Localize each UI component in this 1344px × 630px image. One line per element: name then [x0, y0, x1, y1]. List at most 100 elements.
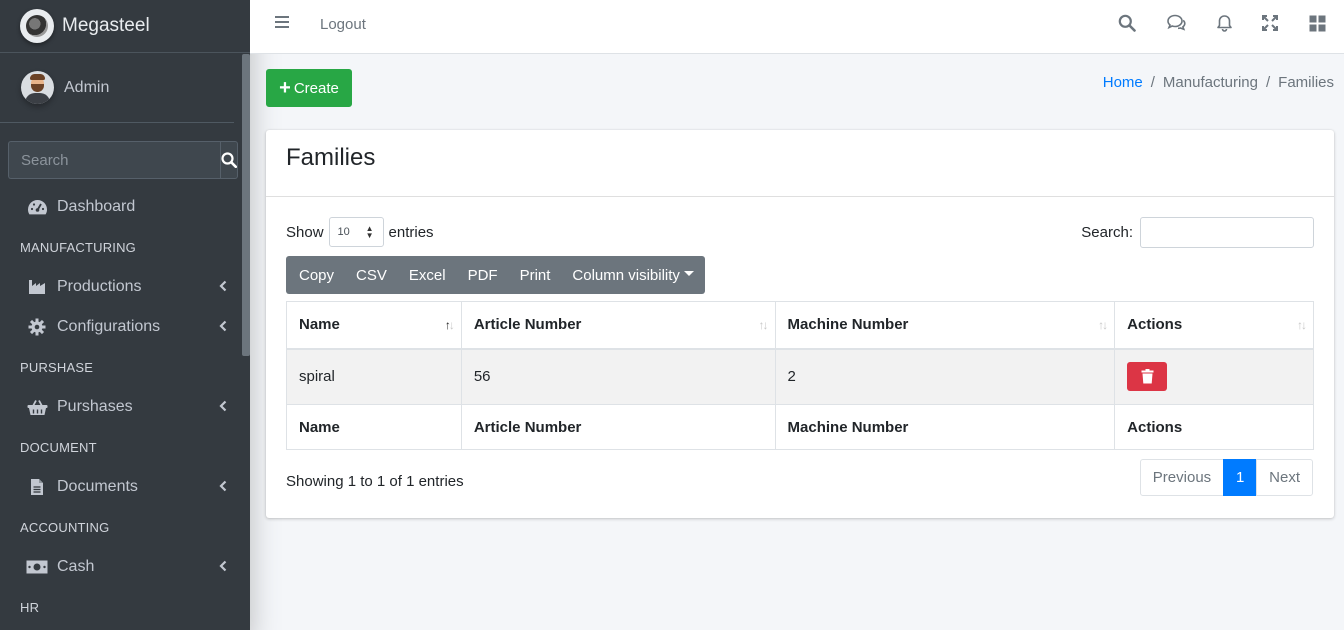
sidebar-item-label: Dashboard [57, 198, 136, 215]
breadcrumb-separator: / [1265, 74, 1271, 91]
breadcrumb-section: Manufacturing [1162, 74, 1258, 91]
sidebar-item-label: Productions [57, 278, 142, 295]
pagination-page-1[interactable]: 1 [1223, 459, 1258, 496]
sort-icon: ↑↓ [1098, 318, 1108, 332]
table-search-label: Search: [1081, 224, 1133, 241]
chevron-left-icon [219, 480, 227, 492]
card-header: Families [266, 130, 1334, 197]
sort-arrows-icon: ▲ ▼ [365, 224, 374, 240]
sidebar-nav: Dashboard MANUFACTURING Productions Conf… [0, 187, 250, 627]
column-header-actions[interactable]: Actions ↑↓ [1114, 301, 1314, 350]
hamburger-menu-icon[interactable] [274, 15, 290, 29]
csv-button[interactable]: CSV [345, 256, 398, 294]
table-header-row: Name ↑↓ Article Number ↑↓ Machine Number ↑↓… [286, 301, 1314, 350]
families-card: Families Show 10 ▲ ▼ entries Search: Copy… [266, 130, 1334, 518]
show-entries: Show 10 ▲ ▼ entries [286, 217, 434, 247]
sidebar-search-button[interactable] [220, 141, 238, 179]
column-header-article-number[interactable]: Article Number ↑↓ [460, 301, 776, 350]
sidebar-item-configurations[interactable]: Configurations [0, 307, 242, 347]
footer-machine-number: Machine Number [774, 404, 1116, 450]
table-row: spiral 56 2 [286, 348, 1314, 405]
create-button[interactable]: + Create [266, 69, 352, 107]
sidebar-item-documents[interactable]: Documents [0, 467, 242, 507]
nav-header-hr: HR [20, 599, 40, 615]
page-length-select[interactable]: 10 ▲ ▼ [328, 217, 384, 247]
pdf-button[interactable]: PDF [457, 256, 509, 294]
chevron-left-icon [219, 560, 227, 572]
pagination-next[interactable]: Next [1256, 459, 1313, 496]
logout-link[interactable]: Logout [320, 16, 366, 33]
file-icon [26, 478, 48, 496]
print-button[interactable]: Print [509, 256, 562, 294]
pagination-previous[interactable]: Previous [1139, 459, 1225, 496]
chevron-left-icon [219, 280, 227, 292]
nav-header-document: DOCUMENT [20, 439, 97, 455]
sidebar-item-purshases[interactable]: Purshases [0, 387, 242, 427]
sidebar-item-label: Purshases [57, 398, 133, 415]
grid-icon[interactable] [1306, 12, 1328, 34]
sort-icon: ↑↓ [758, 318, 769, 332]
sidebar-scrollbar[interactable] [242, 54, 250, 356]
breadcrumb-current: Families [1278, 74, 1334, 91]
sidebar-item-dashboard[interactable]: Dashboard [0, 187, 242, 227]
pagination: Previous 1 Next [1139, 459, 1313, 496]
copy-button[interactable]: Copy [286, 256, 345, 294]
chevron-left-icon [219, 400, 227, 412]
footer-name: Name [286, 404, 462, 450]
search-icon [221, 152, 237, 168]
page-title: Families [286, 144, 376, 171]
top-navbar: Logout [250, 0, 1344, 54]
nav-header-accounting: ACCOUNTING [20, 519, 110, 535]
sort-icon: ↑↓ [1297, 318, 1307, 332]
page-length-value: 10 [337, 226, 350, 238]
breadcrumb: Home / Manufacturing / Families [1103, 74, 1334, 91]
comments-icon[interactable] [1165, 12, 1187, 34]
delete-button[interactable] [1127, 362, 1168, 392]
sidebar-search-input[interactable] [8, 141, 220, 179]
caret-down-icon [683, 270, 694, 276]
table-info: Showing 1 to 1 of 1 entries [286, 473, 464, 490]
industry-icon [26, 278, 48, 296]
expand-icon[interactable] [1259, 12, 1281, 34]
chevron-left-icon [219, 320, 227, 332]
dashboard-gauge-icon [26, 198, 48, 216]
footer-article-number: Article Number [460, 404, 776, 450]
export-buttons: Copy CSV Excel PDF Print Column visibili… [286, 256, 705, 294]
user-name-link[interactable]: Admin [64, 79, 109, 97]
money-bill-icon [26, 558, 48, 576]
basket-icon [26, 398, 48, 416]
footer-actions: Actions [1114, 404, 1314, 450]
breadcrumb-home-link[interactable]: Home [1103, 74, 1143, 91]
column-header-machine-number[interactable]: Machine Number ↑↓ [774, 301, 1116, 350]
column-visibility-label: Column visibility [572, 266, 680, 284]
nav-header-manufacturing: MANUFACTURING [20, 239, 136, 255]
breadcrumb-separator: / [1150, 74, 1155, 91]
sidebar-item-productions[interactable]: Productions [0, 267, 242, 307]
families-table: Name ↑↓ Article Number ↑↓ Machine Number ↑↓… [286, 301, 1314, 450]
cell-article-number: 56 [460, 348, 776, 405]
brand-logo [20, 9, 54, 43]
main-sidebar: Megasteel Admin Dashboard MANUFACTURING … [0, 0, 250, 630]
sidebar-item-label: Configurations [57, 318, 161, 335]
create-button-label: Create [293, 79, 339, 97]
gear-icon [26, 318, 48, 336]
table-search: Search: [1081, 217, 1314, 248]
search-icon[interactable] [1116, 12, 1138, 34]
column-visibility-button[interactable]: Column visibility [561, 256, 705, 294]
brand-link[interactable]: Megasteel [0, 0, 250, 53]
table-search-input[interactable] [1140, 217, 1314, 248]
nav-header-purshase: PURSHASE [20, 359, 94, 375]
excel-button[interactable]: Excel [398, 256, 457, 294]
plus-icon: + [279, 77, 291, 99]
trash-icon [1141, 369, 1154, 384]
show-label: Show [286, 223, 324, 241]
bell-icon[interactable] [1213, 12, 1235, 34]
column-header-name[interactable]: Name ↑↓ [286, 301, 462, 350]
sort-asc-icon: ↑↓ [444, 318, 455, 332]
sidebar-item-label: Documents [57, 478, 138, 495]
avatar [21, 71, 54, 104]
sidebar-item-cash[interactable]: Cash [0, 547, 242, 587]
sidebar-search [8, 141, 238, 179]
table-footer-row: Name Article Number Machine Number Actio… [286, 404, 1314, 450]
sidebar-item-label: Cash [57, 558, 95, 575]
